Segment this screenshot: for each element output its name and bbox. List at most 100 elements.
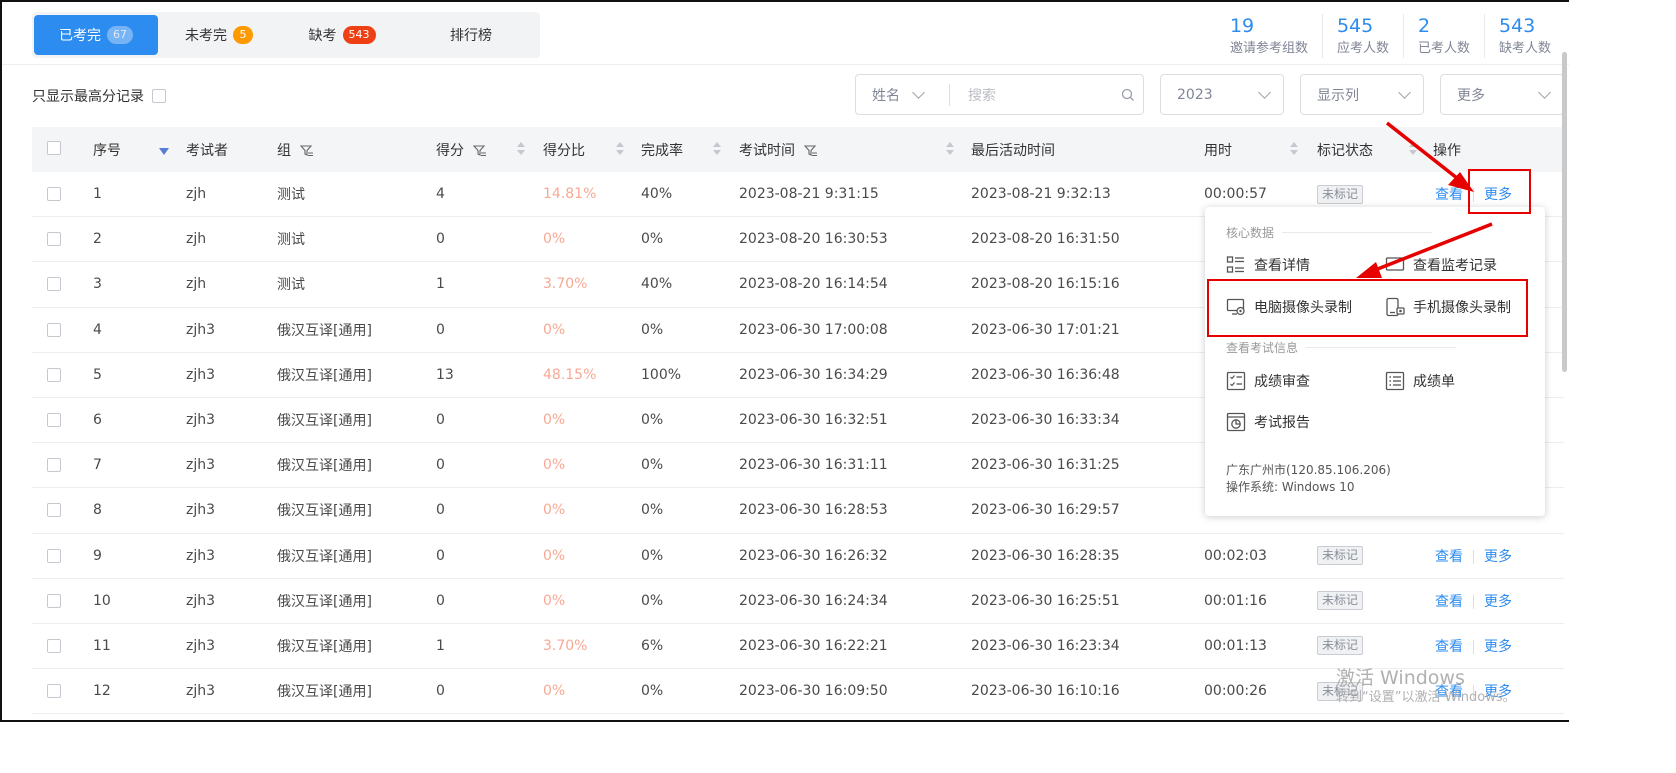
cell-exam-time: 2023-06-30 16:32:51 [739,412,888,429]
row-checkbox[interactable] [47,593,61,608]
cell-index: 1 [93,186,102,203]
header-exam-time[interactable]: 考试时间 [739,140,818,160]
view-link[interactable]: 查看 [1435,549,1463,565]
row-checkbox[interactable] [47,503,61,518]
row-checkbox[interactable] [47,322,61,337]
tab-label: 未考完 [185,28,227,44]
count-badge: 67 [107,26,133,44]
cell-examinee: zjh3 [186,321,216,338]
mark-status-tag: 未标记 [1317,636,1364,656]
cell-examinee: zjh [186,186,207,203]
section-exam-info: 查看考试信息 [1226,339,1457,356]
row-checkbox[interactable] [47,277,61,292]
menu-view-details[interactable]: 查看详情 [1226,255,1310,275]
cell-examinee: zjh3 [186,457,216,474]
search-field-select[interactable]: 姓名 [856,83,950,106]
cell-group: 俄汉互译[通用] [277,458,372,475]
cell-completion: 0% [641,683,664,700]
tab-absent[interactable]: 缺考 543 [280,15,404,55]
more-link[interactable]: 更多 [1484,549,1512,565]
filter-icon[interactable] [804,144,818,158]
row-checkbox[interactable] [47,638,61,653]
cell-score: 13 [436,366,454,383]
more-link[interactable]: 更多 [1484,639,1512,655]
row-checkbox[interactable] [47,684,61,699]
menu-view-monitor[interactable]: 查看监考记录 [1385,255,1497,275]
cell-last-active: 2023-08-21 9:32:13 [971,186,1111,203]
view-link[interactable]: 查看 [1435,187,1463,203]
header-duration: 用时 [1204,142,1232,159]
year-select[interactable]: 2023 [1160,74,1284,115]
menu-score-review[interactable]: 成绩审查 [1226,371,1310,391]
header-index[interactable]: 序号 [93,140,121,160]
only-top-score-toggle[interactable]: 只显示最高分记录 [32,86,166,106]
tab-leaderboard[interactable]: 排行榜 [404,15,538,55]
header-group[interactable]: 组 [277,140,314,160]
row-checkbox[interactable] [47,232,61,247]
stat-label: 邀请参考组数 [1229,41,1308,56]
search-group: 姓名 搜索 [855,74,1144,115]
only-top-label: 只显示最高分记录 [32,89,144,105]
search-icon[interactable] [1113,88,1143,102]
stat-absent: 543 缺考人数 [1483,14,1565,58]
cell-exam-time: 2023-06-30 16:22:21 [739,637,888,654]
row-actions: 查看 更多 [1435,636,1512,656]
mark-status-tag: 未标记 [1317,184,1364,204]
cell-percent: 0% [543,683,566,700]
only-top-checkbox[interactable] [152,89,166,103]
cell-examinee: zjh [186,231,207,248]
menu-exam-report[interactable]: 考试报告 [1226,412,1310,432]
select-all-checkbox[interactable] [47,141,61,155]
more-select[interactable]: 更多 [1440,74,1564,115]
view-link[interactable]: 查看 [1435,594,1463,610]
cell-exam-time: 2023-08-21 9:31:15 [739,186,879,203]
menu-label: 考试报告 [1254,415,1310,431]
row-checkbox[interactable] [47,413,61,428]
row-checkbox[interactable] [47,367,61,382]
cell-examinee: zjh3 [186,547,216,564]
tab-label: 已考完 [59,28,101,44]
filter-icon[interactable] [473,144,487,158]
sort-desc-icon[interactable] [159,148,169,155]
more-link[interactable]: 更多 [1484,594,1512,610]
watermark-title: 激活 Windows [1336,667,1465,689]
more-label: 更多 [1457,87,1485,104]
windows-activation-watermark: 激活 Windows 转到“设置”以激活 Windows。 [1336,666,1516,706]
cell-exam-time: 2023-06-30 16:26:32 [739,547,888,564]
cell-exam-time: 2023-06-30 16:34:29 [739,366,888,383]
menu-score-sheet[interactable]: 成绩单 [1385,371,1455,391]
cell-examinee: zjh3 [186,366,216,383]
tab-completed[interactable]: 已考完 67 [34,15,158,55]
search-input[interactable]: 搜索 [950,85,1113,105]
filter-icon[interactable] [300,144,314,158]
highlight-more-button [1468,169,1531,214]
cell-duration: 00:01:16 [1204,592,1267,609]
cell-group: 俄汉互译[通用] [277,322,372,339]
cell-score: 0 [436,547,445,564]
cell-index: 2 [93,231,102,248]
view-link[interactable]: 查看 [1435,639,1463,655]
cell-completion: 0% [641,547,664,564]
row-checkbox[interactable] [47,548,61,563]
cell-group: 俄汉互译[通用] [277,638,372,655]
cell-percent: 0% [543,592,566,609]
cell-percent: 0% [543,412,566,429]
row-checkbox[interactable] [47,187,61,202]
tab-unfinished[interactable]: 未考完 5 [158,15,280,55]
vertical-scrollbar[interactable] [1562,52,1567,372]
columns-select[interactable]: 显示列 [1300,74,1424,115]
cell-completion: 40% [641,276,673,293]
more-actions-menu: 核心数据 查看详情 查看监考记录 电脑摄像头录制 手机摄像头录制 查看考试信息 … [1205,207,1545,516]
row-checkbox[interactable] [47,458,61,473]
header-mark: 标记状态 [1317,142,1373,159]
cell-index: 5 [93,366,102,383]
cell-exam-time: 2023-06-30 16:31:11 [739,457,888,474]
cell-last-active: 2023-06-30 16:10:16 [971,683,1120,700]
cell-duration: 00:02:03 [1204,547,1267,564]
cell-completion: 0% [641,321,664,338]
stat-value: 543 [1498,15,1536,37]
header-score[interactable]: 得分 [436,140,487,160]
header-group-label: 组 [277,142,291,159]
cell-last-active: 2023-06-30 16:31:25 [971,457,1120,474]
cell-group: 俄汉互译[通用] [277,503,372,520]
